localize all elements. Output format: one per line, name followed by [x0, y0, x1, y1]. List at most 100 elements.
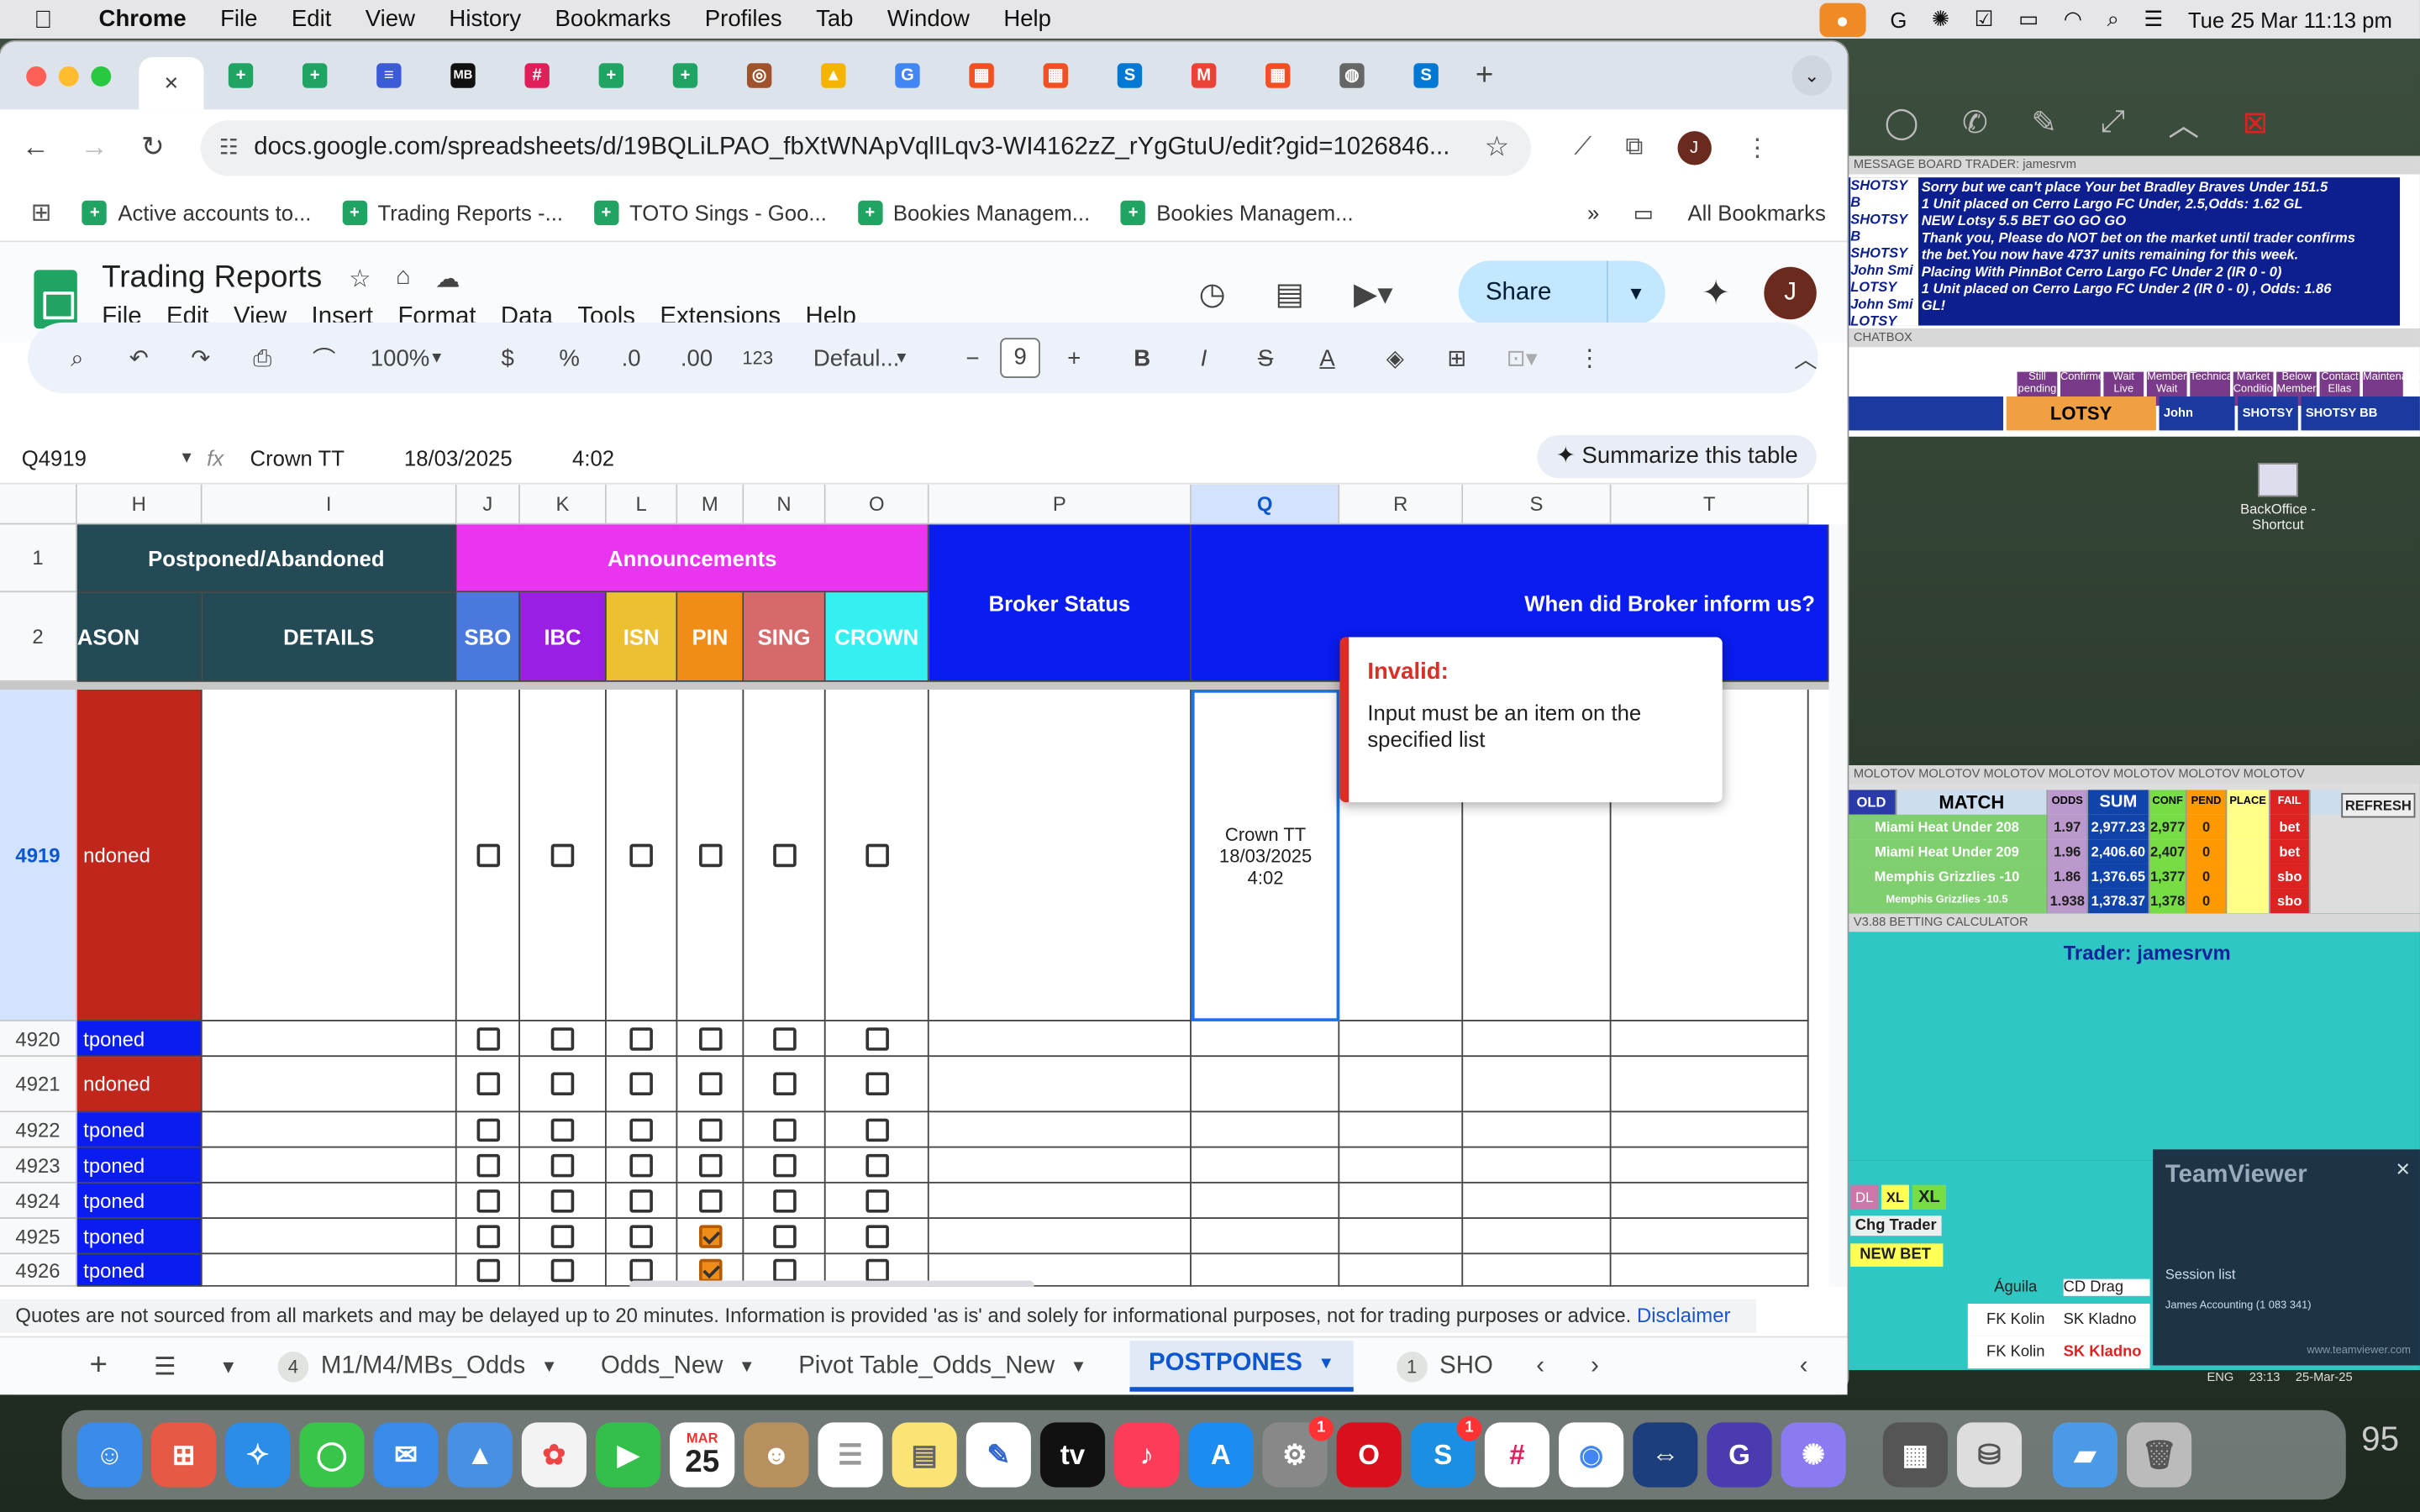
- g-app-icon[interactable]: G: [1707, 1422, 1772, 1488]
- pin-header[interactable]: PIN: [677, 592, 744, 682]
- microphone-icon[interactable]: ●: [1818, 2, 1865, 37]
- tab[interactable]: ▦: [944, 50, 1018, 102]
- broker-status-cell[interactable]: [929, 1057, 1192, 1113]
- extension-icon[interactable]: ⟋: [1574, 134, 1591, 161]
- status-cell[interactable]: tponed: [76, 1183, 203, 1219]
- freeform-icon[interactable]: ✎: [965, 1422, 1031, 1488]
- xl-large-button[interactable]: XL: [1912, 1184, 1947, 1210]
- checkbox[interactable]: [476, 1152, 500, 1177]
- safari-icon[interactable]: ✧: [225, 1422, 291, 1488]
- tab[interactable]: ▲: [797, 50, 871, 102]
- account-avatar[interactable]: J: [1764, 266, 1817, 320]
- downloads-folder-icon[interactable]: ▰: [2052, 1422, 2118, 1488]
- formula-input[interactable]: Crown TT 18/03/2025 4:02: [250, 445, 615, 470]
- menu-profiles[interactable]: Profiles: [705, 6, 782, 32]
- broker-status-cell[interactable]: [929, 690, 1192, 1021]
- puzzle-icon[interactable]: ⧉: [1625, 134, 1643, 161]
- new-tab-icon[interactable]: +: [1476, 58, 1493, 93]
- status-cell[interactable]: ndoned: [76, 1057, 203, 1113]
- search-menus-icon[interactable]: ⌕: [65, 345, 89, 371]
- checkbox[interactable]: [476, 843, 500, 867]
- checkbox[interactable]: [698, 1117, 722, 1142]
- vertical-scrollbar[interactable]: [1828, 524, 1848, 1287]
- checkbox[interactable]: [698, 1072, 722, 1096]
- chrome-icon[interactable]: ◉: [1559, 1422, 1624, 1488]
- menu-bookmarks[interactable]: Bookmarks: [555, 6, 671, 32]
- sheet-tab[interactable]: 1 SHO: [1396, 1351, 1493, 1382]
- col-header-i[interactable]: I: [202, 484, 457, 525]
- teamviewer-icon[interactable]: ⇔: [1633, 1422, 1698, 1488]
- cell[interactable]: [1611, 1147, 1809, 1184]
- broker-status-cell[interactable]: [929, 1112, 1192, 1148]
- announcements-header[interactable]: Announcements: [456, 524, 929, 593]
- share-button[interactable]: Share ▼: [1457, 260, 1665, 326]
- sheet-tab[interactable]: Pivot Table_Odds_New ▼: [798, 1352, 1086, 1380]
- disk-utility-icon[interactable]: ⛁: [1956, 1422, 2023, 1488]
- minimize-window-icon[interactable]: [58, 66, 79, 86]
- match-row[interactable]: FK Kolin SK Kladno: [1967, 1336, 2150, 1369]
- opera-icon[interactable]: O: [1336, 1422, 1402, 1488]
- cell[interactable]: [1339, 1112, 1464, 1148]
- gemini-icon[interactable]: ✦: [1702, 273, 1730, 313]
- calculator-icon[interactable]: ▦: [1882, 1422, 1948, 1488]
- row-header[interactable]: 4926: [0, 1254, 77, 1287]
- tab[interactable]: #: [500, 50, 574, 102]
- broker-status-cell[interactable]: [929, 1183, 1192, 1219]
- cell[interactable]: [1339, 1183, 1464, 1219]
- checkbox[interactable]: [698, 1026, 722, 1050]
- checkbox[interactable]: [865, 1257, 889, 1282]
- chevron-down-icon[interactable]: ▼: [739, 1357, 755, 1375]
- sheet-tab[interactable]: Odds_New ▼: [601, 1352, 755, 1380]
- checkbox[interactable]: [629, 843, 653, 867]
- notes-icon[interactable]: ▤: [892, 1422, 957, 1488]
- forward-icon[interactable]: →: [71, 131, 117, 164]
- broker-status-cell[interactable]: [929, 1218, 1192, 1255]
- scroll-left-icon[interactable]: ‹: [1536, 1352, 1544, 1380]
- site-info-icon[interactable]: ☷: [219, 134, 239, 160]
- checkbox[interactable]: [629, 1257, 653, 1282]
- cell[interactable]: [1463, 1218, 1612, 1255]
- address-bar[interactable]: ☷ docs.google.com/spreadsheets/d/19BQLiL…: [200, 119, 1532, 176]
- currency-button[interactable]: $: [495, 345, 519, 371]
- row-header[interactable]: 4925: [0, 1218, 77, 1255]
- tab[interactable]: ▦: [1018, 50, 1092, 102]
- cell[interactable]: [1611, 1057, 1809, 1113]
- cell[interactable]: [1463, 1112, 1612, 1148]
- details-cell[interactable]: [202, 690, 457, 1021]
- cell[interactable]: [1463, 1057, 1612, 1113]
- col-header-l[interactable]: L: [606, 484, 678, 525]
- contacts-icon[interactable]: ☻: [744, 1422, 809, 1488]
- back-icon[interactable]: ←: [13, 131, 59, 164]
- zoom-window-icon[interactable]: [91, 66, 112, 86]
- checkbox[interactable]: [698, 1224, 722, 1247]
- bookmark-item[interactable]: + TOTO Sings - Goo...: [593, 200, 827, 226]
- details-cell[interactable]: [202, 1147, 457, 1184]
- checkbox[interactable]: [772, 1117, 796, 1142]
- increase-decimal-button[interactable]: .00: [681, 345, 713, 371]
- desktop-shortcut[interactable]: BackOffice - Shortcut: [2232, 463, 2324, 533]
- italic-icon[interactable]: I: [1192, 345, 1216, 371]
- facetime-icon[interactable]: ▶: [595, 1422, 661, 1488]
- checkbox[interactable]: [772, 843, 796, 867]
- more-icon[interactable]: ⋮: [1577, 344, 1602, 371]
- move-icon[interactable]: ⌂: [396, 264, 411, 295]
- molotov-row[interactable]: Miami Heat Under 209 1.96 2,406.60 2,407…: [1847, 839, 2342, 864]
- cell[interactable]: [1463, 1254, 1612, 1287]
- fill-color-icon[interactable]: ◈: [1383, 344, 1407, 371]
- details-header[interactable]: DETAILS: [202, 592, 457, 682]
- cell[interactable]: [1339, 1057, 1464, 1113]
- checkbox[interactable]: [476, 1026, 500, 1050]
- settings-icon[interactable]: ⚙ 1: [1262, 1416, 1334, 1488]
- collapse-icon[interactable]: ︿: [1793, 342, 1818, 375]
- new-bet-button[interactable]: NEW BET: [1850, 1243, 1944, 1267]
- zoom-select[interactable]: 100%: [371, 345, 429, 371]
- status-cell[interactable]: tponed: [76, 1112, 203, 1148]
- chat-select[interactable]: [1847, 396, 2003, 431]
- chat-chip[interactable]: SHOTSY BB NCAA: [2301, 396, 2420, 431]
- chat-icon[interactable]: ◯: [1885, 102, 1919, 141]
- checkbox[interactable]: [476, 1189, 500, 1212]
- menu-view[interactable]: View: [366, 6, 415, 32]
- cell[interactable]: [1339, 1218, 1464, 1255]
- grammarly-icon[interactable]: G: [1890, 7, 1907, 31]
- xl-button[interactable]: XL: [1881, 1184, 1909, 1210]
